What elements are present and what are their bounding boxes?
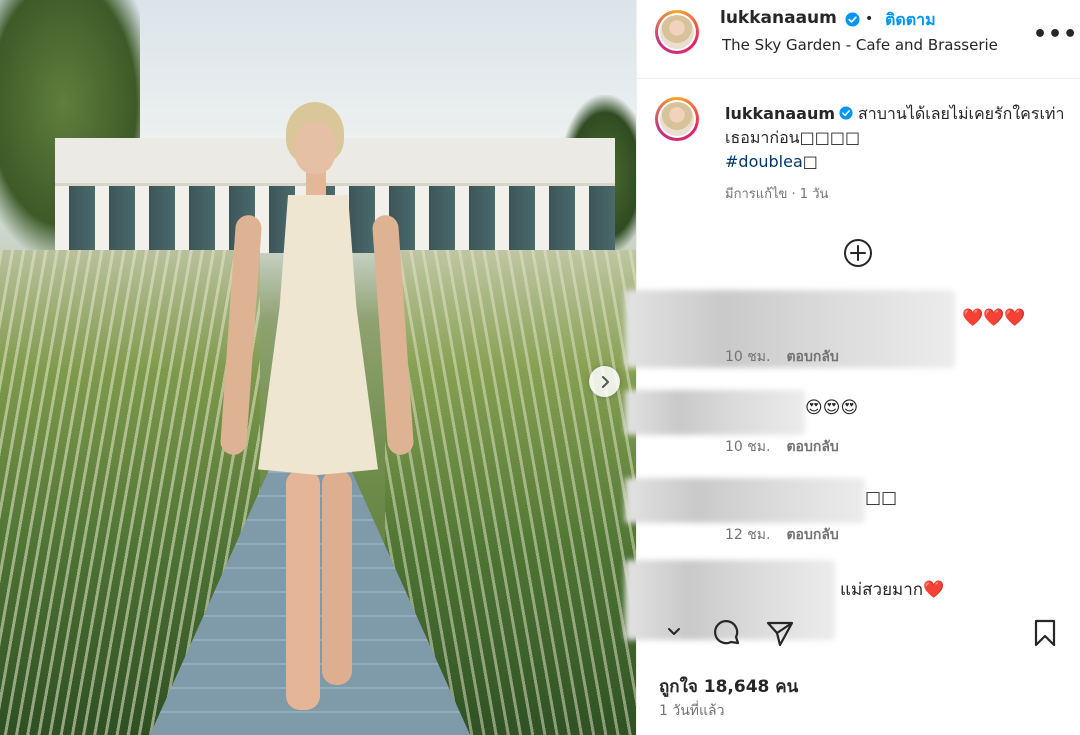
post-sidebar: lukkanaaum • ติดตาม The Sky Garden - Caf… [625, 0, 1080, 735]
leg [322, 470, 352, 685]
comment-text: ❤️❤️❤️ [962, 308, 1026, 328]
username-link[interactable]: lukkanaaum [720, 8, 837, 28]
comment-text: □□ [865, 488, 898, 508]
reply-button[interactable]: ตอบกลับ [786, 527, 838, 543]
comment-time: 10 ชม. [725, 349, 771, 365]
location-link[interactable]: The Sky Garden - Cafe and Brasserie [722, 36, 1012, 54]
caption: lukkanaaum สาบานได้เลยไม่เคยรักใครเท่าเธอ… [725, 102, 1065, 174]
follow-button[interactable]: ติดตาม [885, 8, 936, 33]
comment-icon[interactable] [712, 618, 742, 648]
comment-time: 12 ชม. [725, 527, 771, 543]
next-image-button[interactable] [589, 366, 620, 397]
comment-time: 10 ชม. [725, 439, 771, 455]
verified-badge-icon [845, 12, 860, 27]
blurred-comment-author [625, 390, 805, 435]
caption-meta: มีการแก้ไข · 1 วัน [725, 187, 829, 202]
verified-badge-icon [839, 106, 853, 120]
caption-suffix: □ [802, 152, 818, 171]
add-circle-icon[interactable] [843, 238, 873, 268]
send-icon[interactable] [765, 618, 795, 648]
post-header: lukkanaaum • ติดตาม The Sky Garden - Caf… [637, 0, 1080, 79]
comment-meta: 12 ชม. ตอบกลับ [725, 524, 855, 546]
post-image[interactable] [0, 0, 636, 735]
caption-avatar[interactable] [655, 97, 699, 141]
woman-figure [219, 100, 418, 720]
face [294, 122, 336, 174]
comment-meta: 10 ชม. ตอบกลับ [725, 346, 855, 368]
separator-dot: • [865, 11, 874, 27]
reply-button[interactable]: ตอบกลับ [786, 349, 838, 365]
leg [286, 470, 320, 710]
comment-text: 😍😍😍 [805, 398, 859, 418]
arm [371, 214, 415, 456]
comment-text: แม่สวยมาก❤️ [840, 580, 945, 600]
dress [258, 195, 378, 475]
blurred-comment-author [625, 478, 865, 523]
comment-meta: 10 ชม. ตอบกลับ [725, 436, 855, 458]
like-icon[interactable] [663, 620, 685, 642]
caption-username[interactable]: lukkanaaum [725, 104, 835, 123]
post-timestamp: 1 วันที่แล้ว [659, 703, 725, 719]
reply-button[interactable]: ตอบกลับ [786, 439, 838, 455]
hashtag-link[interactable]: #doublea [725, 152, 803, 171]
more-options-icon[interactable]: ••• [1033, 22, 1078, 47]
avatar[interactable] [655, 10, 699, 54]
action-bar [637, 606, 1080, 662]
chevron-right-icon [601, 375, 609, 388]
bookmark-icon[interactable] [1031, 618, 1059, 648]
likes-count[interactable]: ถูกใจ 18,648 คน [659, 673, 798, 700]
